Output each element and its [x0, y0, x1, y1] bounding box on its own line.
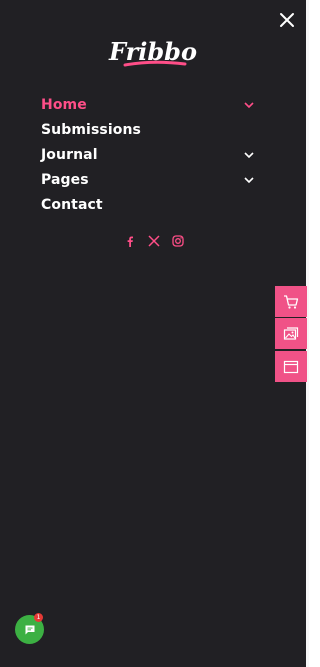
menu-item-submissions[interactable]: Submissions: [41, 117, 257, 142]
x-icon[interactable]: [148, 232, 160, 247]
cart-icon: [284, 294, 299, 309]
menu-item-label: Contact: [41, 196, 103, 213]
menu-item-label: Submissions: [41, 121, 141, 138]
facebook-icon[interactable]: [124, 232, 136, 247]
menu-item-journal[interactable]: Journal: [41, 142, 257, 167]
main-menu: Home Submissions Journal Pages Contact: [41, 92, 257, 217]
chevron-down-icon[interactable]: [243, 175, 255, 185]
instagram-icon[interactable]: [172, 232, 184, 247]
chat-notification-badge: 1: [34, 613, 43, 622]
mobile-menu-panel: Fribbo Home Submissions Journal Pages Co…: [0, 0, 306, 667]
gallery-icon: [283, 326, 299, 340]
menu-item-home[interactable]: Home: [41, 92, 257, 117]
menu-item-contact[interactable]: Contact: [41, 192, 257, 217]
chevron-down-icon[interactable]: [243, 150, 255, 160]
menu-item-label: Home: [41, 96, 87, 113]
site-logo[interactable]: Fribbo: [107, 34, 199, 74]
browser-window-icon: [283, 360, 299, 373]
menu-item-pages[interactable]: Pages: [41, 167, 257, 192]
browser-window-button[interactable]: [275, 351, 307, 382]
social-links: [124, 230, 184, 247]
menu-item-label: Journal: [41, 146, 98, 163]
chevron-down-icon[interactable]: [243, 100, 255, 110]
close-icon[interactable]: [279, 12, 295, 28]
gallery-button[interactable]: [275, 318, 307, 349]
chat-bubble-icon: [25, 625, 34, 634]
cart-button[interactable]: [275, 286, 307, 317]
menu-item-label: Pages: [41, 171, 89, 188]
